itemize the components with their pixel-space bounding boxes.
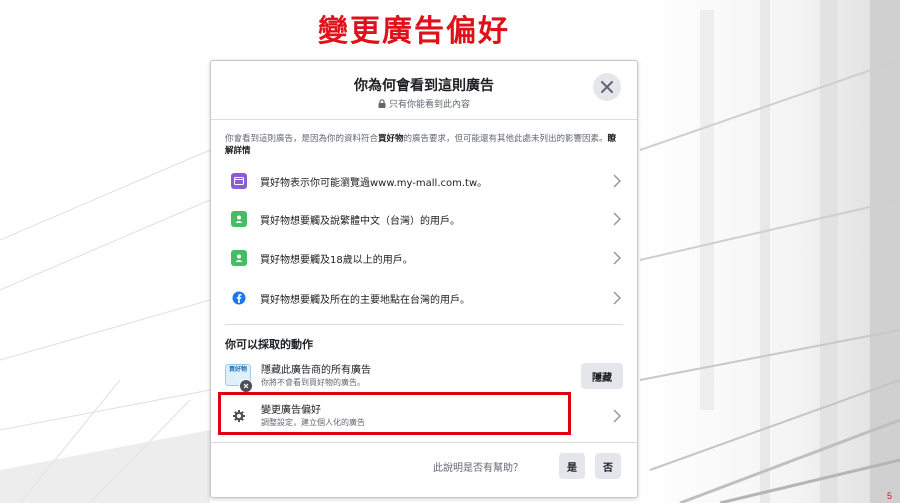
hide-button[interactable]: 隱藏: [581, 363, 623, 389]
slide-title: 變更廣告偏好: [318, 14, 510, 49]
advertiser-logo: 買好物: [225, 362, 253, 393]
close-button[interactable]: [593, 73, 621, 101]
reason-item-language[interactable]: 買好物想要觸及說繁體中文（台灣）的用戶。: [225, 205, 623, 233]
chevron-right-icon: [613, 212, 621, 226]
hide-x-icon: [239, 379, 253, 393]
yes-button[interactable]: 是: [559, 453, 585, 479]
chevron-right-icon: [613, 409, 621, 423]
intro-prefix: 你會看到這則廣告，是因為你的資料符合: [225, 134, 379, 144]
helpful-question: 此說明是否有幫助？: [433, 463, 523, 474]
actions-section-title: 你可以採取的動作: [225, 338, 313, 351]
lock-icon: [378, 99, 386, 108]
header-divider: [211, 119, 637, 120]
no-button[interactable]: 否: [595, 453, 621, 479]
chevron-right-icon: [613, 174, 621, 188]
reason-item-age[interactable]: 買好物想要觸及18歲以上的用戶。: [225, 244, 623, 272]
reason-item-location[interactable]: 買好物想要觸及所在的主要地點在台灣的用戶。: [225, 284, 623, 312]
hide-action-title: 隱藏此廣告商的所有廣告: [261, 365, 371, 376]
page-number: 5: [886, 491, 892, 501]
dialog-subtitle: 只有你能看到此內容: [211, 97, 637, 110]
chevron-right-icon: [613, 251, 621, 265]
intro-middle: 的廣告要求，但可能還有其他此處未列出的影響因素。: [403, 134, 608, 144]
footer-divider: [211, 442, 637, 443]
dialog-title: 你為何會看到這則廣告: [354, 78, 494, 94]
reason-item-website[interactable]: 買好物表示你可能瀏覽過www.my-mall.com.tw。: [225, 167, 623, 195]
dialog-subtitle-text: 只有你能看到此內容: [388, 100, 470, 110]
highlight-box: [218, 392, 571, 435]
intro-text: 你會看到這則廣告，是因為你的資料符合買好物的廣告要求，但可能還有其他此處未列出的…: [225, 133, 623, 157]
chevron-right-icon: [613, 291, 621, 305]
section-divider: [225, 324, 623, 325]
reason-text: 買好物想要觸及說繁體中文（台灣）的用戶。: [260, 215, 460, 227]
person-icon: [231, 250, 247, 266]
website-icon: [231, 173, 247, 189]
hide-action-subtitle: 你將不會看到買好物的廣告。: [261, 378, 365, 387]
close-icon: [601, 81, 613, 93]
person-icon: [231, 211, 247, 227]
intro-advertiser: 買好物: [378, 134, 404, 144]
reason-text: 買好物想要觸及所在的主要地點在台灣的用戶。: [260, 294, 470, 306]
reason-text: 買好物表示你可能瀏覽過www.my-mall.com.tw。: [260, 177, 488, 189]
hide-advertiser-action: 買好物 隱藏此廣告商的所有廣告 你將不會看到買好物的廣告。 隱藏: [225, 359, 623, 393]
reason-text: 買好物想要觸及18歲以上的用戶。: [260, 254, 413, 266]
facebook-icon: [231, 290, 247, 306]
